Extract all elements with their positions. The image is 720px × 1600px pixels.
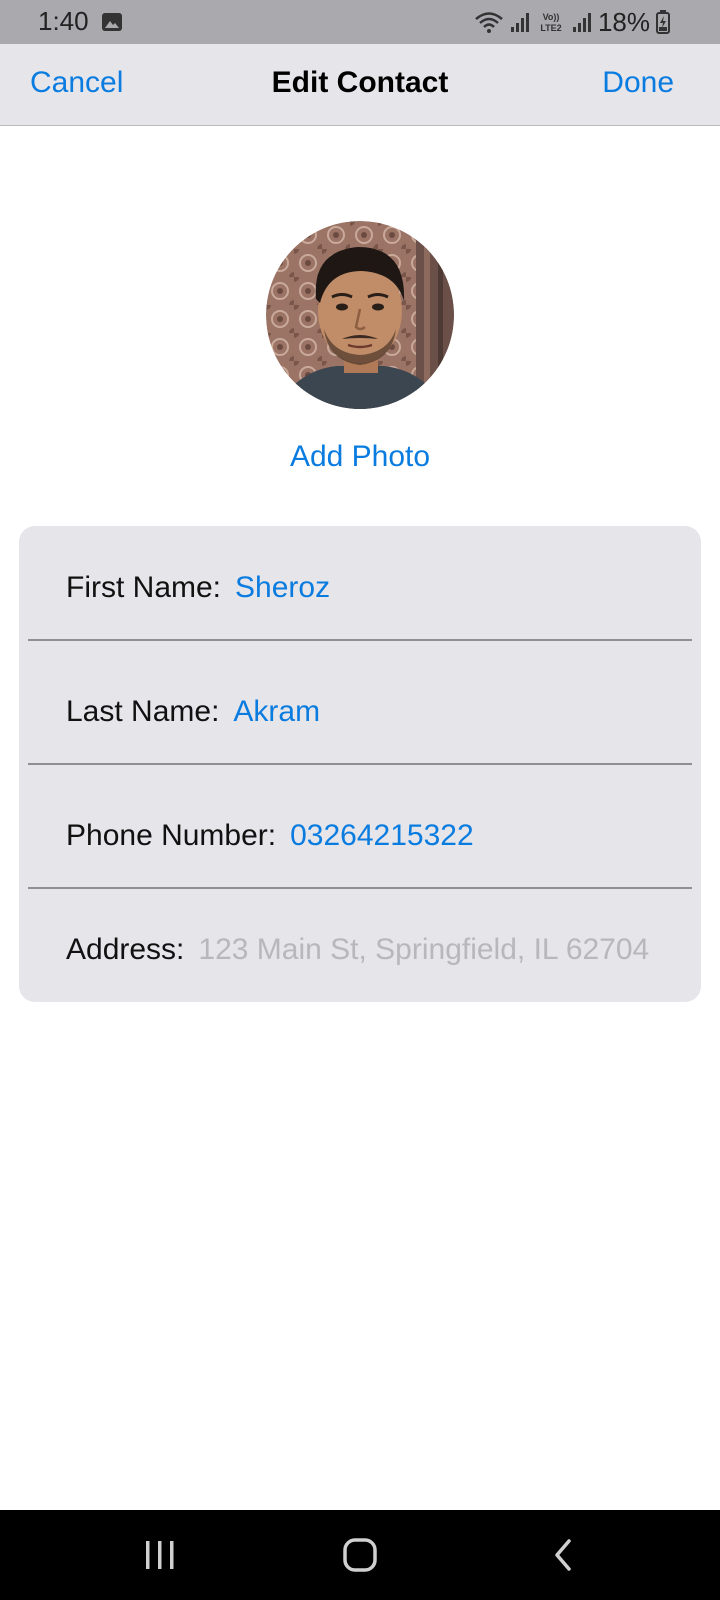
battery-charging-icon [656,10,670,34]
svg-text:LTE2: LTE2 [540,23,561,33]
add-photo-button[interactable]: Add Photo [0,440,720,474]
address-field[interactable]: 123 Main St, Springfield, IL 62704 [198,933,649,967]
contact-form-card: First Name: Sheroz Last Name: Akram Phon… [19,526,701,1002]
address-label: Address: [66,933,185,966]
done-button[interactable]: Done [602,66,674,100]
address-row[interactable]: Address: 123 Main St, Springfield, IL 62… [19,898,701,1002]
navigation-bar: Cancel Edit Contact Done [0,44,720,126]
gallery-notification-icon [102,13,122,31]
phone-number-field[interactable]: 03264215322 [290,819,474,853]
contact-photo[interactable] [266,221,454,409]
divider [28,639,692,641]
recent-apps-icon[interactable] [100,1510,220,1600]
divider [28,887,692,889]
home-icon[interactable] [300,1510,420,1600]
last-name-label: Last Name: [66,694,220,728]
signal-icon [510,11,530,33]
last-name-field[interactable]: Akram [233,695,320,729]
phone-number-row[interactable]: Phone Number: 03264215322 [19,774,701,897]
last-name-row[interactable]: Last Name: Akram [19,650,701,773]
phone-number-label: Phone Number: [66,818,277,852]
first-name-field[interactable]: Sheroz [235,571,330,605]
signal-icon-2 [572,11,592,33]
status-icons: Vo)) LTE2 18% [474,6,670,38]
first-name-label: First Name: [66,570,222,604]
svg-text:Vo)): Vo)) [543,12,560,22]
volte-lte2-icon: Vo)) LTE2 [536,10,566,34]
divider [28,763,692,765]
battery-percentage: 18% [597,6,650,37]
system-navigation-bar [0,1510,720,1600]
first-name-row[interactable]: First Name: Sheroz [19,526,701,649]
status-bar: 1:40 Vo)) LTE2 18% [0,0,720,44]
wifi-icon [474,10,504,34]
back-icon[interactable] [503,1510,623,1600]
status-time: 1:40 [38,6,89,36]
